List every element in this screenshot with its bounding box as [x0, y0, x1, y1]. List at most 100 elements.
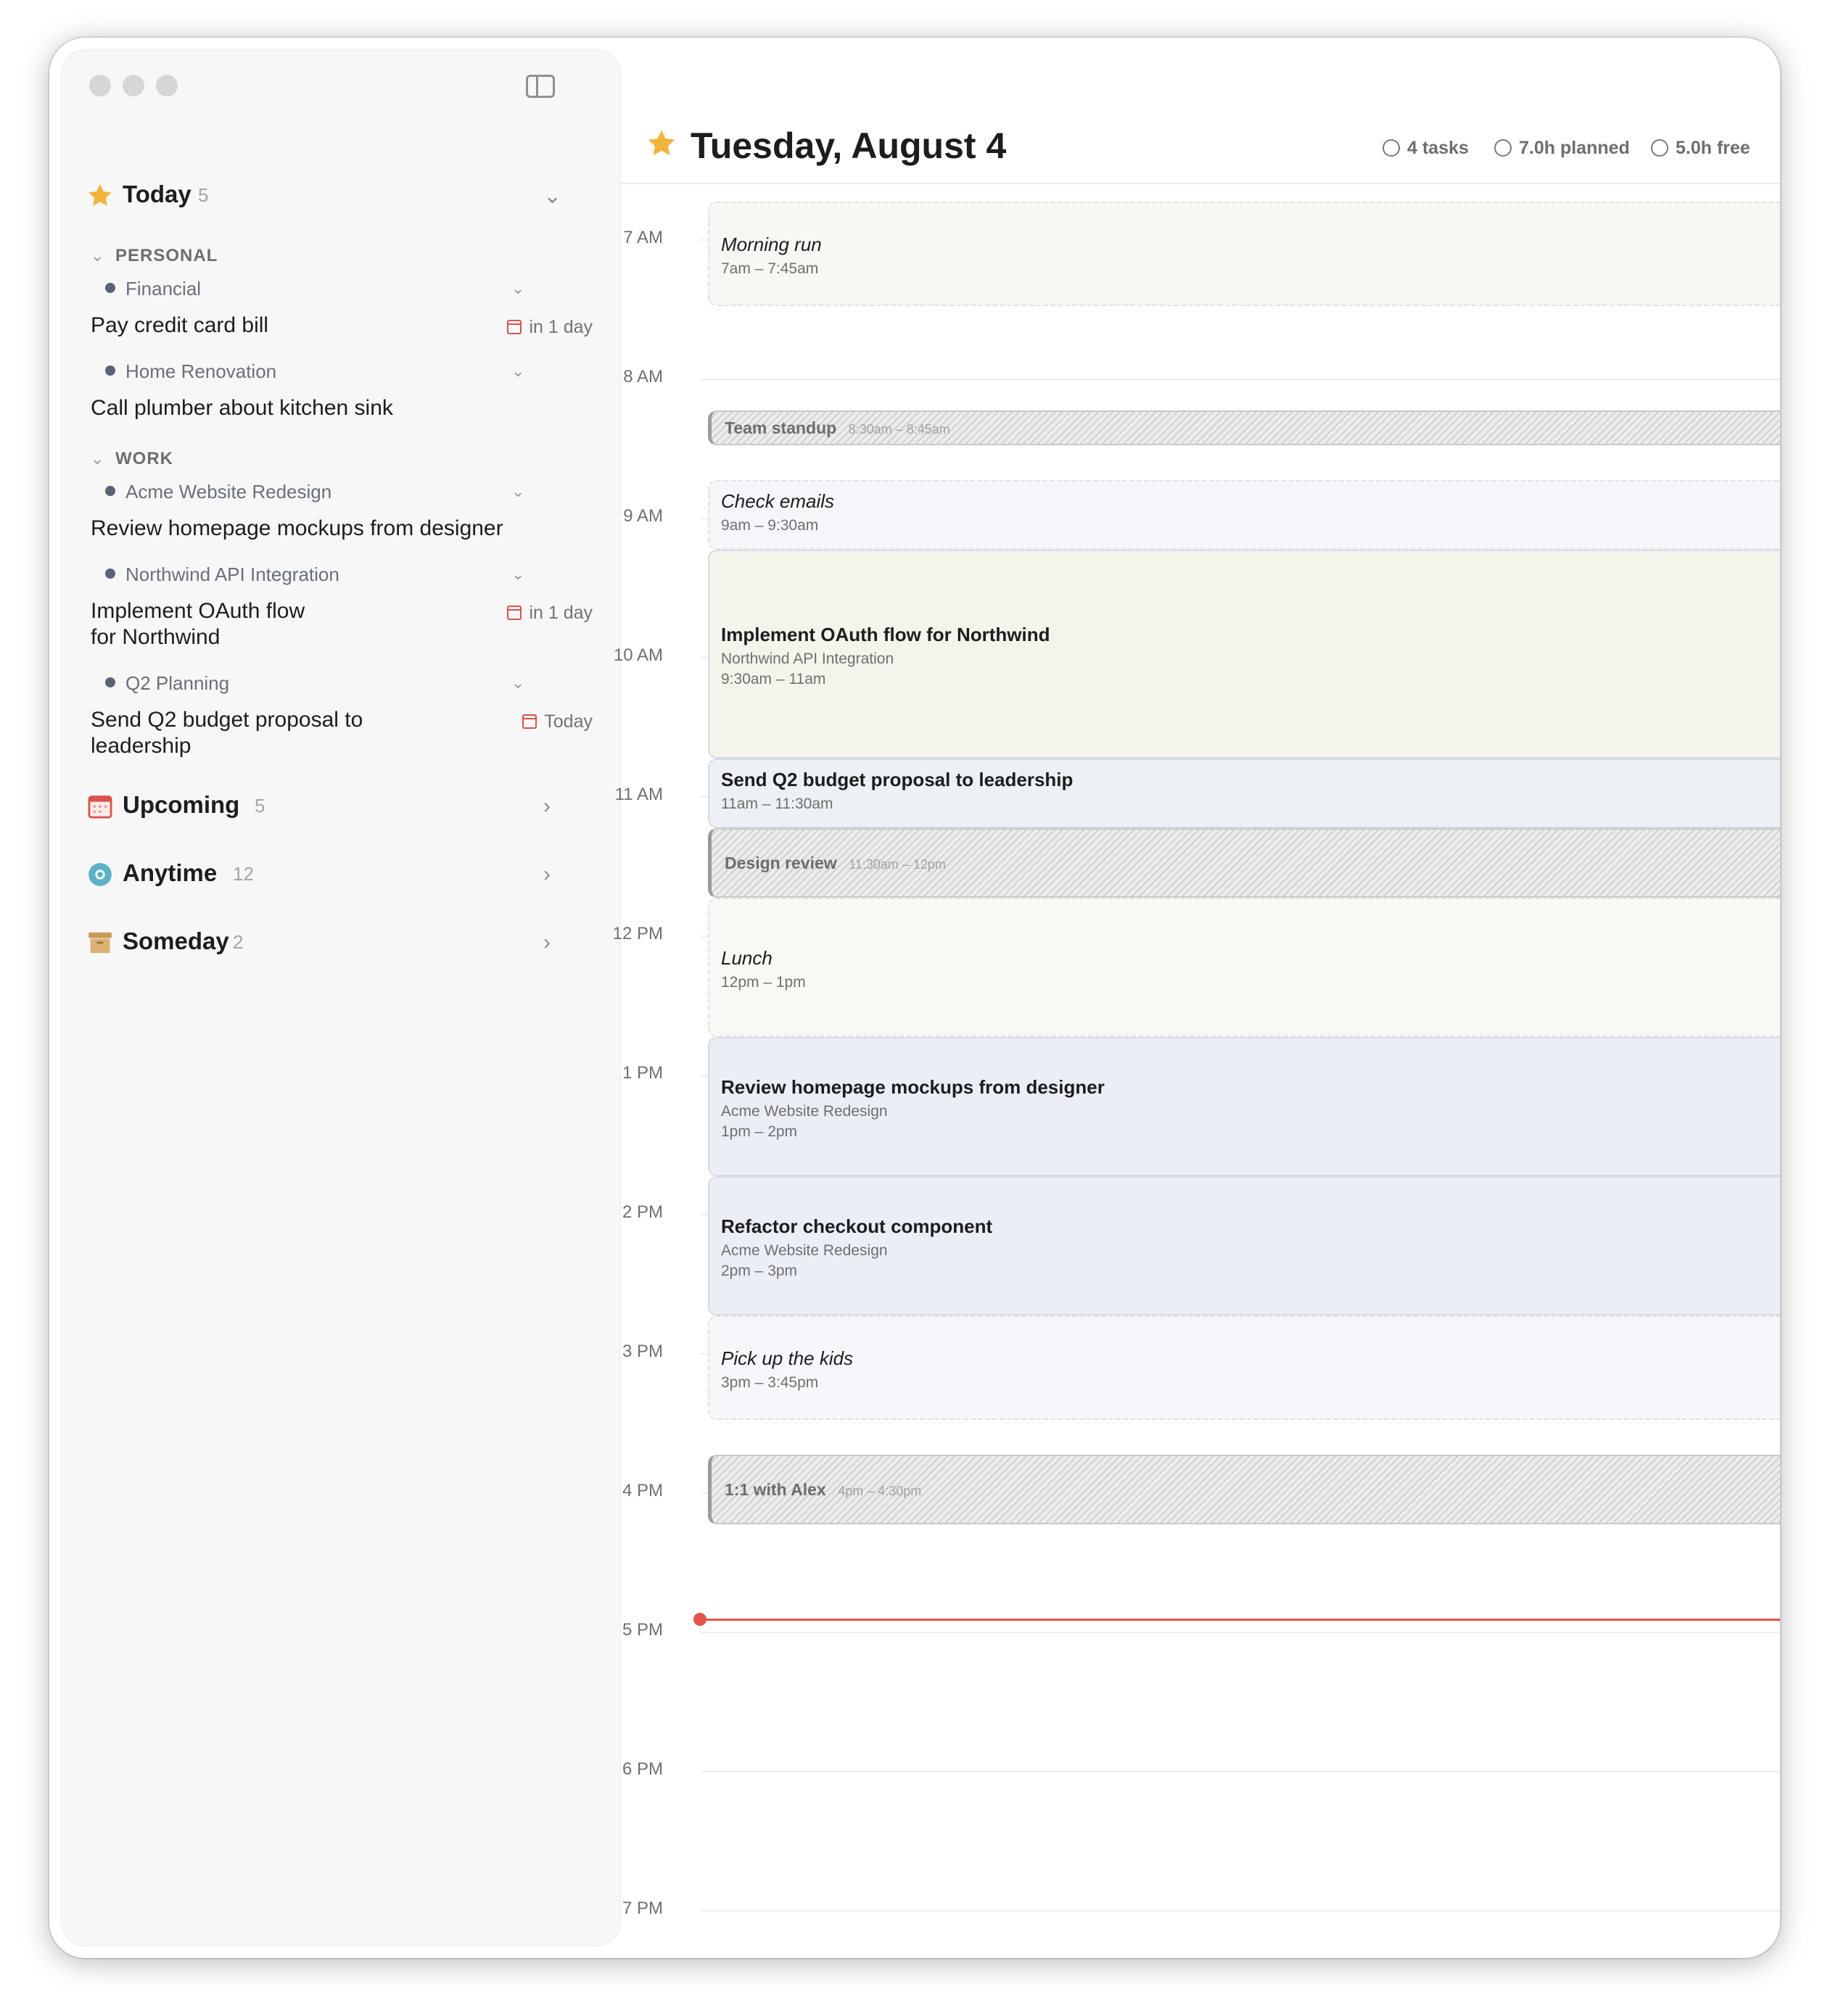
hour-line: [701, 379, 1780, 380]
task-item[interactable]: Send Q2 budget proposal to leadership: [91, 707, 366, 759]
event-time: 1pm – 2pm: [721, 1123, 798, 1140]
hour-label: 7 AM: [623, 228, 663, 247]
tasks-stat: 4 tasks: [1383, 138, 1469, 159]
current-time-line: [701, 1619, 1780, 1621]
sidebar-item-someday[interactable]: Someday 2 ›: [62, 922, 622, 965]
calendar-icon: [522, 714, 537, 729]
chevron-down-icon: ⌄: [91, 247, 105, 265]
project-dot-icon: [105, 365, 115, 376]
close-window-button[interactable]: [89, 75, 111, 96]
chevron-down-icon[interactable]: ⌄: [511, 362, 524, 381]
upcoming-count: 5: [255, 795, 265, 817]
task-item[interactable]: Review homepage mockups from designer: [91, 516, 555, 542]
sidebar-item-anytime[interactable]: Anytime 12 ›: [62, 854, 622, 897]
event-team-standup[interactable]: Team standup 8:30am – 8:45am: [708, 410, 1780, 445]
hour-label: 6 PM: [622, 1759, 663, 1779]
clock-icon: [1494, 139, 1512, 157]
event-review-homepage-mockups[interactable]: Review homepage mockups from designer Ac…: [708, 1037, 1780, 1176]
hour-label: 12 PM: [612, 924, 663, 943]
clock-free-icon: [1651, 139, 1668, 157]
event-time: 3pm – 3:45pm: [721, 1374, 819, 1391]
archive-box-icon: [88, 932, 112, 954]
chevron-down-icon[interactable]: ⌄: [511, 565, 524, 584]
chevron-right-icon[interactable]: ›: [543, 862, 551, 887]
event-1on1-alex[interactable]: 1:1 with Alex 4pm – 4:30pm: [708, 1455, 1780, 1524]
event-lunch[interactable]: Lunch 12pm – 1pm: [708, 898, 1780, 1037]
current-time-dot: [693, 1613, 706, 1626]
hour-label: 7 PM: [622, 1899, 663, 1918]
project-acme-website-redesign[interactable]: Acme Website Redesign: [105, 481, 331, 503]
event-time: 7am – 7:45am: [721, 260, 819, 277]
event-refactor-checkout[interactable]: Refactor checkout component Acme Website…: [708, 1176, 1780, 1315]
project-home-renovation[interactable]: Home Renovation: [105, 360, 276, 383]
event-title: 1:1 with Alex: [725, 1480, 826, 1499]
sidebar-item-today[interactable]: Today 5 ⌄: [62, 175, 622, 218]
project-northwind-api-integration[interactable]: Northwind API Integration: [105, 563, 339, 586]
event-title: Lunch: [721, 947, 773, 969]
event-time: 11am – 11:30am: [721, 796, 833, 812]
sidebar-toggle-icon[interactable]: [526, 75, 555, 98]
task-item[interactable]: Call plumber about kitchen sink: [91, 395, 468, 421]
hour-line: [701, 1632, 1780, 1633]
due-badge: in 1 day: [507, 317, 593, 338]
zoom-window-button[interactable]: [156, 75, 178, 96]
due-badge: in 1 day: [507, 603, 593, 624]
chevron-down-icon[interactable]: ⌄: [543, 183, 561, 209]
due-badge: Today: [522, 711, 593, 732]
hour-label: 4 PM: [622, 1481, 663, 1500]
event-title: Check emails: [721, 490, 835, 512]
event-check-emails[interactable]: Check emails 9am – 9:30am: [708, 480, 1780, 550]
calendar-icon: [507, 606, 522, 620]
project-dot-icon: [105, 569, 115, 579]
event-morning-run[interactable]: Morning run 7am – 7:45am: [708, 202, 1780, 306]
sidebar: Today 5 ⌄ ⌄ PERSONAL Financial ⌄ Pay cred…: [61, 49, 621, 1946]
event-send-q2-budget[interactable]: Send Q2 budget proposal to leadership 11…: [708, 759, 1780, 828]
hour-label: 11 AM: [614, 785, 663, 804]
project-dot-icon: [105, 486, 115, 496]
page-title: Tuesday, August 4: [691, 125, 1007, 166]
chevron-down-icon[interactable]: ⌄: [511, 279, 524, 298]
event-title: Refactor checkout component: [721, 1215, 993, 1237]
event-project: Acme Website Redesign: [721, 1103, 888, 1120]
project-q2-planning[interactable]: Q2 Planning: [105, 672, 229, 695]
circle-icon: [88, 863, 112, 886]
hour-label: 10 AM: [613, 645, 663, 665]
event-title: Send Q2 budget proposal to leadership: [721, 769, 1074, 790]
planned-stat: 7.0h planned: [1494, 138, 1630, 159]
star-icon: [88, 183, 112, 206]
hour-label: 9 AM: [623, 506, 663, 526]
chevron-down-icon: ⌄: [91, 450, 105, 468]
chevron-down-icon[interactable]: ⌄: [511, 482, 524, 501]
calendar-icon: [507, 320, 522, 334]
event-title: Pick up the kids: [721, 1347, 854, 1369]
project-financial[interactable]: Financial: [105, 278, 201, 300]
event-title: Team standup: [725, 418, 837, 437]
event-design-review[interactable]: Design review 11:30am – 12pm: [708, 828, 1780, 898]
task-item[interactable]: Pay credit card bill: [91, 313, 468, 339]
someday-count: 2: [233, 931, 244, 953]
day-view: Tuesday, August 4 4 tasks 7.0h planned 5…: [613, 38, 1780, 1958]
group-header-personal[interactable]: ⌄ PERSONAL: [91, 246, 218, 266]
event-title: Review homepage mockups from designer: [721, 1076, 1105, 1098]
event-pick-up-kids[interactable]: Pick up the kids 3pm – 3:45pm: [708, 1315, 1780, 1420]
hour-label: 8 AM: [623, 367, 663, 387]
free-stat: 5.0h free: [1651, 138, 1750, 159]
project-dot-icon: [105, 677, 115, 687]
event-implement-oauth[interactable]: Implement OAuth flow for Northwind North…: [708, 550, 1780, 759]
event-project: Northwind API Integration: [721, 650, 894, 667]
event-time: 4pm – 4:30pm: [838, 1484, 922, 1498]
upcoming-label: Upcoming: [123, 791, 240, 818]
chevron-right-icon[interactable]: ›: [543, 930, 551, 955]
anytime-label: Anytime: [123, 859, 218, 886]
group-header-work[interactable]: ⌄ WORK: [91, 449, 173, 469]
chevron-right-icon[interactable]: ›: [543, 794, 551, 819]
sidebar-item-upcoming[interactable]: Upcoming 5 ›: [62, 785, 622, 829]
calendar-icon: [88, 796, 112, 819]
today-count: 5: [198, 184, 209, 206]
event-time: 9am – 9:30am: [721, 517, 819, 534]
chevron-down-icon[interactable]: ⌄: [511, 674, 524, 693]
star-icon: [648, 130, 675, 156]
minimize-window-button[interactable]: [123, 75, 144, 96]
hour-label: 1 PM: [622, 1063, 663, 1083]
task-item[interactable]: Implement OAuth flow for Northwind: [91, 598, 330, 650]
